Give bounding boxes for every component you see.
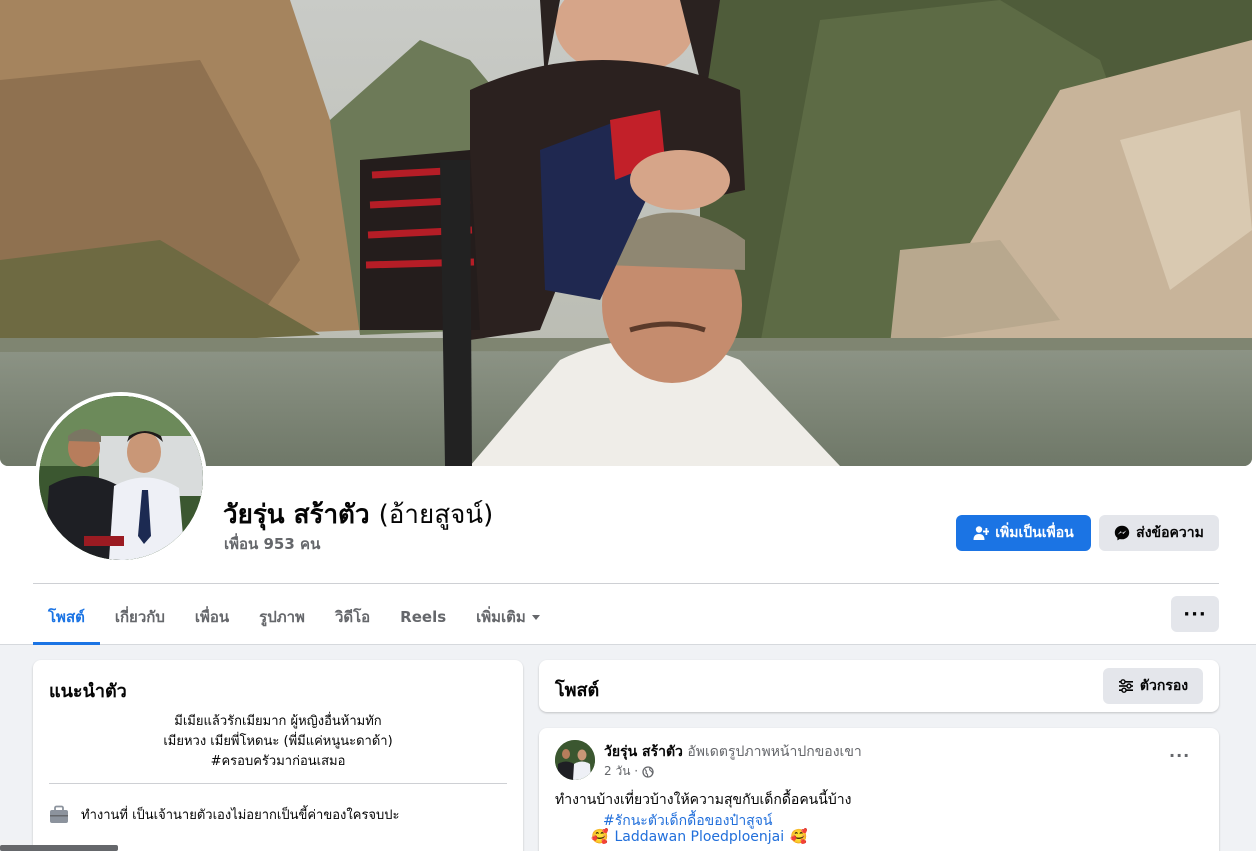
tab-reels[interactable]: Reels [385, 590, 461, 644]
tab-photos-label: รูปภาพ [259, 608, 305, 626]
add-friend-label: เพิ่มเป็นเพื่อน [995, 525, 1074, 541]
scrollbar-hint [0, 845, 118, 851]
tab-posts[interactable]: โพสต์ [33, 590, 100, 645]
post-author-avatar[interactable] [555, 740, 595, 780]
profile-tabs: โพสต์ เกี่ยวกับ เพื่อน รูปภาพ วิดีโอ Ree… [33, 590, 555, 645]
profile-alias: (อ้ายสูจน์) [378, 500, 494, 530]
tab-videos-label: วิดีโอ [334, 608, 371, 626]
posts-title: โพสต์ [555, 680, 600, 701]
more-options-button[interactable]: ··· [1171, 596, 1219, 632]
tab-posts-label: โพสต์ [48, 608, 85, 626]
avatar-image [39, 396, 203, 560]
post-card: วัยรุ่น สร้าตัว อัพเดตรูปภาพหน้าปกของเขา… [539, 728, 1219, 851]
post-author-name[interactable]: วัยรุ่น สร้าตัว [604, 744, 683, 760]
tab-about[interactable]: เกี่ยวกับ [100, 590, 180, 644]
bio: มีเมียแล้วรักเมียมาก ผู้หญิงอื่นห้ามทัก … [49, 712, 507, 772]
cover-photo[interactable] [0, 0, 1252, 466]
work-text: ทำงานที่ เป็นเจ้านายตัวเองไม่อยากเป็นขี้… [81, 808, 400, 823]
messenger-icon [1114, 525, 1130, 541]
friend-count[interactable]: เพื่อน 953 คน [224, 532, 320, 556]
chevron-down-icon [531, 614, 540, 620]
intro-title: แนะนำตัว [49, 681, 127, 702]
profile-avatar[interactable] [35, 392, 207, 564]
post-time[interactable]: 2 วัน · [604, 762, 638, 781]
tab-photos[interactable]: รูปภาพ [244, 590, 320, 644]
filter-icon [1118, 679, 1133, 693]
post-meta: 2 วัน · [604, 762, 654, 781]
tab-more-label: เพิ่มเติม [476, 608, 526, 626]
post-mention-line: 🥰 Laddawan Ploedploenjai 🥰 [591, 829, 808, 845]
tab-friends-label: เพื่อน [194, 608, 230, 626]
post-header: วัยรุ่น สร้าตัว อัพเดตรูปภาพหน้าปกของเขา [604, 741, 862, 763]
filter-label: ตัวกรอง [1139, 678, 1189, 694]
work-item: ทำงานที่ เป็นเจ้านายตัวเองไม่อยากเป็นขี้… [49, 804, 400, 825]
tab-about-label: เกี่ยวกับ [114, 608, 165, 626]
profile-header: วัยรุ่น สร้าตัว (อ้ายสูจน์) เพื่อน 953 ค… [0, 0, 1256, 645]
add-friend-icon [973, 526, 990, 540]
heart-eyes-emoji-icon: 🥰 [790, 829, 808, 845]
add-friend-button[interactable]: เพิ่มเป็นเพื่อน [956, 515, 1091, 551]
message-button[interactable]: ส่งข้อความ [1099, 515, 1219, 551]
post-avatar-image [555, 740, 595, 780]
tab-videos[interactable]: วิดีโอ [320, 590, 385, 644]
heart-eyes-emoji-icon: 🥰 [591, 829, 609, 845]
filter-button[interactable]: ตัวกรอง [1103, 668, 1203, 704]
bio-line: มีเมียแล้วรักเมียมาก ผู้หญิงอื่นห้ามทัก [174, 714, 382, 729]
tab-more[interactable]: เพิ่มเติม [461, 590, 555, 644]
profile-name-text: วัยรุ่น สร้าตัว [223, 500, 370, 530]
post-action: อัพเดตรูปภาพหน้าปกของเขา [687, 744, 862, 760]
intro-card: แนะนำตัว มีเมียแล้วรักเมียมาก ผู้หญิงอื่… [33, 660, 523, 851]
intro-divider [49, 783, 507, 784]
globe-icon [642, 765, 654, 778]
bio-line[interactable]: #ครอบครัวมาก่อนเสมอ [49, 752, 507, 772]
bio-line: เมียหวง เมียพี่โหดนะ (พี่มีแค่หนูนะดาด้า… [163, 734, 393, 749]
message-label: ส่งข้อความ [1136, 525, 1204, 541]
profile-name: วัยรุ่น สร้าตัว (อ้ายสูจน์) [223, 494, 493, 535]
tab-reels-label: Reels [400, 608, 447, 626]
post-options-button[interactable]: ··· [1169, 746, 1190, 765]
post-text: ทำงานบ้างเที่ยวบ้างให้ความสุขกับเด็กดื้อ… [555, 792, 852, 808]
briefcase-icon [50, 805, 68, 823]
tab-friends[interactable]: เพื่อน [180, 590, 244, 644]
cover-image [0, 0, 1252, 466]
post-mention[interactable]: Laddawan Ploedploenjai [614, 829, 784, 845]
header-divider [33, 583, 1219, 584]
posts-header-card: โพสต์ ตัวกรอง [539, 660, 1219, 712]
